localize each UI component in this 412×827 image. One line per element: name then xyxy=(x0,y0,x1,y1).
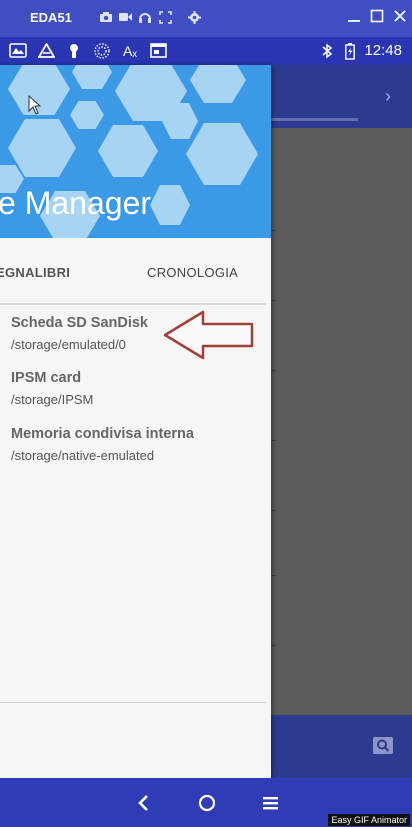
storage-item-path: /storage/native-emulated xyxy=(11,448,155,463)
hexagon-pattern xyxy=(98,125,158,177)
drawer-header: e Manager xyxy=(0,65,271,238)
watermark: Easy GIF Animator xyxy=(328,814,410,826)
hexagon-pattern xyxy=(70,101,104,129)
menu-icon[interactable] xyxy=(257,790,283,816)
hexagon-pattern xyxy=(8,119,76,177)
headset-icon[interactable] xyxy=(138,11,152,25)
hexagon-pattern xyxy=(190,65,246,103)
home-icon[interactable] xyxy=(194,790,220,816)
status-bar: Aₓ 12:48 xyxy=(0,37,412,65)
battery-icon xyxy=(341,43,359,60)
search-icon[interactable] xyxy=(373,737,393,754)
storage-item-path: /storage/IPSM xyxy=(11,392,94,407)
hexagon-pattern xyxy=(150,185,190,225)
tab-divider xyxy=(0,303,266,305)
divider xyxy=(271,440,276,441)
settings-icon[interactable] xyxy=(187,11,201,25)
background-app-content[interactable] xyxy=(271,65,412,806)
clock: 12:48 xyxy=(364,42,402,59)
hexagon-pattern xyxy=(186,123,258,185)
divider xyxy=(271,645,276,646)
camera-icon[interactable] xyxy=(99,11,113,25)
drive-icon xyxy=(36,42,56,59)
tab-bookmarks[interactable]: EGNALIBRI xyxy=(0,265,70,280)
dotted-globe-icon xyxy=(93,43,111,59)
navigation-drawer: e Manager EGNALIBRI CRONOLOGIA Scheda SD… xyxy=(0,65,271,778)
translate-icon: Aₓ xyxy=(123,43,137,59)
divider xyxy=(271,370,276,371)
storage-item-title: Memoria condivisa interna xyxy=(11,426,194,442)
mouse-cursor-icon xyxy=(28,94,42,120)
drawer-tabs: EGNALIBRI CRONOLOGIA xyxy=(0,238,271,303)
gallery-icon xyxy=(9,43,27,59)
fullscreen-icon[interactable] xyxy=(158,11,172,25)
tab-history[interactable]: CRONOLOGIA xyxy=(147,265,238,280)
back-icon[interactable] xyxy=(131,790,157,816)
background-tab-indicator xyxy=(271,118,358,121)
storage-item-title: IPSM card xyxy=(11,370,82,386)
annotation-arrow-icon xyxy=(163,310,255,365)
divider xyxy=(271,230,276,231)
browser-icon xyxy=(149,43,167,59)
storage-item-sandisk[interactable]: Scheda SD SanDisk /storage/emulated/0 xyxy=(11,315,148,352)
emulator-title-bar: EDA51 xyxy=(0,0,412,37)
chevron-right-icon[interactable]: › xyxy=(385,86,391,107)
video-icon[interactable] xyxy=(118,11,132,25)
storage-item-internal[interactable]: Memoria condivisa interna /storage/nativ… xyxy=(11,426,194,463)
minimize-icon[interactable] xyxy=(345,9,363,27)
emulator-title: EDA51 xyxy=(30,10,72,25)
drawer-app-title: e Manager xyxy=(0,185,151,221)
bluetooth-icon xyxy=(318,43,336,59)
divider xyxy=(271,300,276,301)
maximize-icon[interactable] xyxy=(368,9,386,27)
divider xyxy=(271,575,276,576)
close-icon[interactable] xyxy=(391,9,409,27)
drawer-bottom-divider xyxy=(0,702,266,703)
keyhole-icon xyxy=(65,43,83,59)
hexagon-pattern xyxy=(72,65,112,89)
storage-item-path: /storage/emulated/0 xyxy=(11,337,126,352)
storage-item-title: Scheda SD SanDisk xyxy=(11,315,148,331)
divider xyxy=(271,510,276,511)
storage-item-ipsm[interactable]: IPSM card /storage/IPSM xyxy=(11,370,93,407)
